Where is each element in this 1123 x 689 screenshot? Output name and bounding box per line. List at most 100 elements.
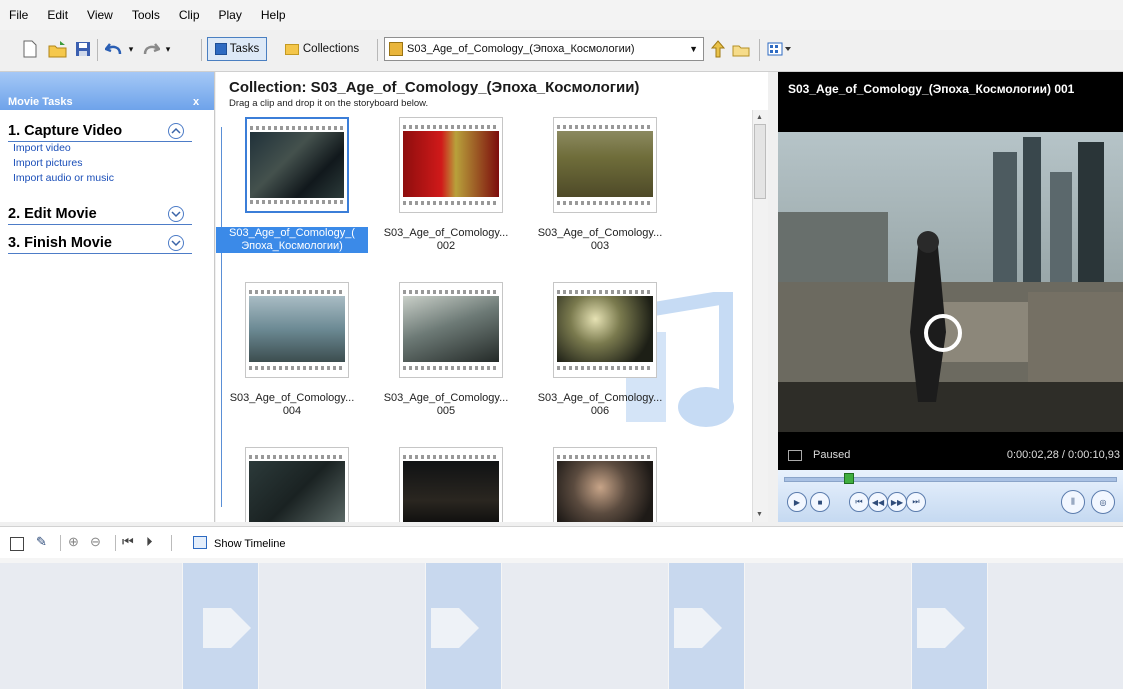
import-audio-link[interactable]: Import audio or music (13, 172, 114, 184)
storyboard-slot[interactable] (502, 563, 668, 689)
zoom-out-icon[interactable]: ⊖ (90, 534, 101, 550)
take-picture-icon[interactable]: ◎ (1091, 490, 1115, 514)
save-project-icon[interactable] (73, 37, 93, 61)
storyboard-slot[interactable] (0, 563, 182, 689)
storyboard (0, 558, 1123, 689)
tasks-icon (214, 43, 227, 55)
clip-thumbnail[interactable] (245, 117, 349, 213)
clip-thumbnail[interactable] (245, 447, 349, 522)
transition-arrow-icon (674, 608, 722, 648)
clip-item[interactable] (370, 447, 522, 522)
clip-item[interactable]: S03_Age_of_Comology... 003 (524, 117, 676, 277)
transition-arrow-icon (917, 608, 965, 648)
previous-frame-icon[interactable]: ⏮ (849, 492, 869, 512)
up-level-icon[interactable] (708, 37, 728, 61)
section-finish-movie[interactable]: 3. Finish Movie (8, 235, 112, 251)
clip-caption[interactable]: S03_Age_of_Comology... 004 (216, 392, 368, 418)
narrate-timeline-icon[interactable]: ✎ (36, 534, 47, 550)
chevron-down-icon[interactable] (168, 235, 184, 251)
new-collection-folder-icon[interactable] (730, 37, 752, 61)
section-edit-movie[interactable]: 2. Edit Movie (8, 206, 97, 222)
clip-thumbnail[interactable] (553, 447, 657, 522)
storyboard-slot[interactable] (988, 563, 1123, 689)
clip-number: 005 (436, 405, 456, 417)
play-icon[interactable]: ▶ (787, 492, 807, 512)
menu-bar: File Edit View Tools Clip Play Help (0, 0, 1123, 30)
monitor-icon (788, 450, 802, 461)
storyboard-toolbar: ✎ ⊕ ⊖ ⏮ ⏵ Show Timeline (0, 526, 1123, 559)
clip-caption[interactable]: S03_Age_of_Comology... 005 (370, 392, 522, 418)
playback-status: Paused (813, 449, 851, 461)
import-pictures-link[interactable]: Import pictures (13, 157, 82, 169)
clip-item[interactable]: S03_Age_of_Comology... 004 (216, 282, 368, 442)
menu-view[interactable]: View (84, 6, 116, 24)
rewind-icon[interactable]: ◀◀ (868, 492, 888, 512)
timeline-icon[interactable] (193, 536, 207, 549)
play-storyboard-icon[interactable]: ⏵ (146, 534, 153, 550)
transition-slot[interactable] (426, 563, 501, 689)
chevron-down-icon: ▼ (689, 44, 698, 54)
new-project-icon[interactable] (20, 37, 40, 61)
seek-slider-thumb[interactable] (844, 473, 854, 484)
clip-number: 006 (590, 405, 610, 417)
collections-button[interactable]: Collections (274, 37, 370, 61)
clip-thumbnail[interactable] (399, 282, 503, 378)
chevron-down-icon[interactable] (168, 206, 184, 222)
import-video-link[interactable]: Import video (13, 142, 71, 154)
clip-item[interactable] (524, 447, 676, 522)
redo-dropdown-icon[interactable]: ▾ (163, 37, 173, 61)
clip-item[interactable]: S03_Age_of_Comology... 002 (370, 117, 522, 277)
close-icon[interactable]: x (193, 96, 199, 108)
preview-title: S03_Age_of_Comology_(Эпоха_Космологии) 0… (788, 82, 1075, 96)
clip-caption[interactable]: S03_Age_of_Comology... 006 (524, 392, 676, 418)
chevron-up-icon[interactable] (168, 123, 184, 139)
rewind-storyboard-icon[interactable]: ⏮ (122, 534, 134, 550)
clip-item[interactable]: S03_Age_of_Comology... 006 (524, 282, 676, 442)
clip-thumbnail[interactable] (399, 447, 503, 522)
redo-icon[interactable] (140, 37, 162, 61)
menu-edit[interactable]: Edit (44, 6, 71, 24)
menu-play[interactable]: Play (216, 6, 245, 24)
stop-icon[interactable]: ■ (810, 492, 830, 512)
menu-help[interactable]: Help (258, 6, 289, 24)
storyboard-slot[interactable] (259, 563, 425, 689)
movie-tasks-title: Movie Tasks (8, 96, 73, 108)
set-audio-levels-icon[interactable] (10, 537, 24, 551)
show-timeline-button[interactable]: Show Timeline (214, 538, 286, 550)
clip-item[interactable]: S03_Age_of_Comology_( Эпоха_Космологии) (216, 117, 368, 277)
collection-dropdown[interactable]: S03_Age_of_Comology_(Эпоха_Космологии) ▼ (384, 37, 704, 61)
transition-slot[interactable] (183, 563, 258, 689)
menu-clip[interactable]: Clip (176, 6, 203, 24)
transition-slot[interactable] (912, 563, 987, 689)
views-icon[interactable] (764, 37, 794, 61)
tasks-button[interactable]: Tasks (207, 37, 267, 61)
playback-controls: ▶ ■ ⏮ ◀◀ ▶▶ ⏭ ⫼ ◎ (778, 470, 1123, 522)
section-capture-video[interactable]: 1. Capture Video (8, 123, 122, 139)
undo-dropdown-icon[interactable]: ▾ (126, 37, 136, 61)
clip-caption[interactable]: S03_Age_of_Comology_( Эпоха_Космологии) (216, 227, 368, 253)
clip-thumbnail[interactable] (245, 282, 349, 378)
menu-file[interactable]: File (6, 6, 31, 24)
next-frame-icon[interactable]: ⏭ (906, 492, 926, 512)
collection-scrollbar[interactable]: ▲ ▼ (752, 110, 768, 522)
clip-caption[interactable]: S03_Age_of_Comology... 003 (524, 227, 676, 253)
menu-tools[interactable]: Tools (129, 6, 163, 24)
seek-bar[interactable] (784, 477, 1117, 482)
clip-item[interactable]: S03_Age_of_Comology... 005 (370, 282, 522, 442)
clip-name: S03_Age_of_Comology... (383, 227, 509, 239)
open-project-icon[interactable] (48, 37, 68, 61)
clip-caption[interactable]: S03_Age_of_Comology... 002 (370, 227, 522, 253)
clip-item[interactable] (216, 447, 368, 522)
transition-slot[interactable] (669, 563, 744, 689)
undo-icon[interactable] (103, 37, 125, 61)
collection-pane: Collection: S03_Age_of_Comology_(Эпоха_К… (216, 72, 768, 522)
zoom-in-icon[interactable]: ⊕ (68, 534, 79, 550)
scrollbar-thumb[interactable] (754, 124, 766, 199)
storyboard-slot[interactable] (745, 563, 911, 689)
clip-thumbnail[interactable] (553, 117, 657, 213)
clip-thumbnail[interactable] (553, 282, 657, 378)
fast-forward-icon[interactable]: ▶▶ (887, 492, 907, 512)
preview-monitor: S03_Age_of_Comology_(Эпоха_Космологии) 0… (778, 72, 1123, 522)
clip-thumbnail[interactable] (399, 117, 503, 213)
split-clip-icon[interactable]: ⫼ (1061, 490, 1085, 514)
